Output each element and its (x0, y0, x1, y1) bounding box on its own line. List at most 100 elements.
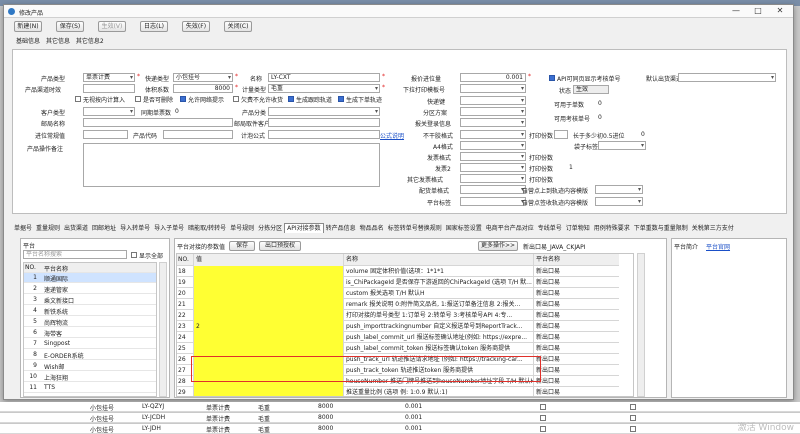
bag-select[interactable] (598, 141, 646, 150)
tab-18[interactable]: 下单重数与重量限制 (632, 223, 690, 234)
platform-label-select[interactable] (460, 197, 526, 206)
deactivate-button[interactable]: 失效(F) (182, 21, 210, 32)
delivery-select[interactable] (460, 185, 526, 194)
tab-16[interactable]: 订单物知 (564, 223, 592, 234)
bg-checkbox-2[interactable] (630, 404, 636, 410)
activate-button[interactable]: 生效(V) (98, 21, 126, 32)
tab-5[interactable]: 导入子单号 (152, 223, 186, 234)
platform-list-item[interactable]: 8 E-ORDER系统 (24, 350, 156, 360)
param-value[interactable]: 2 (194, 321, 344, 332)
tab-4[interactable]: 导入转单号 (118, 223, 152, 234)
tab-19[interactable]: 关税第三方支付 (690, 223, 736, 234)
prod-class-select[interactable] (268, 107, 380, 116)
tab-other-info[interactable]: 其它信息 (46, 38, 70, 45)
tab-other-info-2[interactable]: 其它信息2 (76, 38, 104, 45)
checkbox-owe[interactable] (233, 96, 239, 102)
tab-6[interactable]: 暗能取/转转号 (186, 223, 228, 234)
param-value[interactable] (194, 387, 344, 396)
bg-checkbox[interactable] (540, 404, 546, 410)
bg-checkbox-2[interactable] (630, 415, 636, 421)
checkbox-order[interactable] (338, 96, 344, 102)
params-row[interactable]: 24 push_label_commit_url 报送标签确认地址(例如: htt… (177, 332, 619, 343)
param-value[interactable] (194, 343, 344, 354)
remark-textarea[interactable] (83, 143, 380, 187)
params-row[interactable]: 22 打印对接的单号类型 1:订单号 2:转单号 3:考核单号API 4:专...… (177, 310, 619, 321)
params-row[interactable]: 19 is_ChiPackageId 是否保存下游返回的ChiPackageId … (177, 277, 619, 288)
tab-17[interactable]: 用例特殊要求 (592, 223, 632, 234)
background-table-row[interactable]: 小包挂号 LY-JCDH 单票计费 毛重 8000 0.001 (0, 413, 800, 423)
default-send-select[interactable] (678, 73, 776, 82)
tab-0[interactable]: 单据号 (12, 223, 34, 234)
branch-select[interactable] (460, 107, 526, 116)
entry-port-input[interactable] (83, 130, 128, 139)
platform-list-item[interactable]: 4 新铁系统 (24, 306, 156, 316)
bg-checkbox-2[interactable] (630, 426, 636, 432)
show-all-checkbox[interactable] (131, 252, 137, 258)
product-wt-input[interactable] (83, 84, 135, 93)
invoice2-select[interactable] (460, 163, 526, 172)
platform-search-input[interactable]: 平台名称搜索 (23, 250, 127, 259)
tab-3[interactable]: 回邮地址 (90, 223, 118, 234)
new-button[interactable]: 新建(N) (14, 21, 42, 32)
params-row[interactable]: 20 custom 报关选项 T/H 默认H 新出口易 (177, 288, 619, 299)
platform-list-item[interactable]: 11 TTS (24, 383, 156, 393)
background-table-row[interactable]: 小包挂号 LY-QZYJ 单票计费 毛重 8000 0.001 (0, 402, 800, 412)
params-row[interactable]: 29 推送重量比例 (选项 例: 1:0.9 默认:1) 新出口易 (177, 387, 619, 396)
platform-list-item[interactable]: 2 速递管家 (24, 284, 156, 294)
export-preauth-button[interactable]: 出口预授权 (259, 241, 301, 251)
tab-15[interactable]: 专线单号 (536, 223, 564, 234)
checkbox-hidden[interactable] (75, 96, 81, 102)
platform-list-item[interactable]: 6 海带客 (24, 328, 156, 338)
params-row[interactable]: 18 volume 固定体积价值(选项：1*1*1 新出口易 (177, 266, 619, 277)
express-key-select[interactable] (460, 96, 526, 105)
product-code-input[interactable] (163, 130, 233, 139)
checkbox-oversize[interactable] (135, 96, 141, 102)
product-type-select[interactable]: 单票计费 (83, 73, 135, 82)
api-checkbox[interactable] (549, 75, 555, 81)
platform-list-item[interactable]: 7 Singpost (24, 339, 156, 349)
tab-api-params[interactable]: API对接参数 (284, 223, 324, 233)
platform-scrollbar[interactable] (159, 262, 167, 397)
a4-select[interactable] (460, 141, 526, 150)
official-site-link[interactable]: 平台官网 (706, 242, 730, 251)
param-value[interactable] (194, 288, 344, 299)
save-button[interactable]: 保存(S) (56, 21, 84, 32)
cust-type-select[interactable] (83, 107, 135, 116)
checkbox-allow[interactable] (180, 96, 186, 102)
platform-list-item[interactable]: 3 乘文新接口 (24, 295, 156, 305)
shenbao-input[interactable]: 0.001 (460, 73, 526, 82)
close-icon[interactable]: ✕ (769, 5, 791, 17)
checkbox-track[interactable] (288, 96, 294, 102)
tab-10[interactable]: 转产品信息 (324, 223, 358, 234)
background-table-row[interactable]: 小包挂号 LY-JDH 单票计费 毛重 8000 0.001 (0, 424, 800, 434)
self-select1[interactable] (595, 185, 643, 194)
mail-name-input[interactable] (83, 118, 233, 127)
tab-2[interactable]: 出货渠道 (62, 223, 90, 234)
mail-target-input[interactable] (268, 118, 380, 127)
param-value[interactable] (194, 277, 344, 288)
calc-formula-input[interactable] (268, 130, 380, 139)
print-count-input[interactable] (554, 130, 568, 139)
platform-list-item[interactable]: 10 上海狂翔 (24, 372, 156, 382)
express-type-select[interactable]: 小包挂号 (173, 73, 233, 82)
params-row[interactable]: 25 push_label_commit_token 报送标签确认token 服务… (177, 343, 619, 354)
tab-basic-info[interactable]: 基础信息 (16, 38, 40, 45)
log-button[interactable]: 日志(L) (140, 21, 168, 32)
more-actions-button[interactable]: 更多操作>> (478, 241, 518, 251)
tab-13[interactable]: 国家标签设置 (444, 223, 484, 234)
platform-list-item[interactable]: 9 Wish邮 (24, 361, 156, 371)
params-save-button[interactable]: 保存 (229, 241, 255, 251)
platform-list-item[interactable]: 5 尚辉物流 (24, 317, 156, 327)
params-row[interactable]: 23 2 push_importtrackingnumber 自定义报送单号到Rep… (177, 321, 619, 332)
report-code-select[interactable] (460, 118, 526, 127)
platform-list-item[interactable]: 1 顺通国际 (24, 273, 156, 283)
calc-type-select[interactable]: 毛重 (268, 84, 380, 93)
param-value[interactable] (194, 332, 344, 343)
name-input[interactable]: LY-CXT (268, 73, 380, 82)
no-weight-select[interactable] (460, 130, 526, 139)
minimize-icon[interactable]: — (725, 5, 747, 17)
tab-1[interactable]: 重量规则 (34, 223, 62, 234)
params-row[interactable]: 21 remark 报关说明 0:附件简文品名, 1:报送订单备注信息 2:报关.… (177, 299, 619, 310)
param-value[interactable] (194, 310, 344, 321)
tab-14[interactable]: 电商平台产品对应 (484, 223, 536, 234)
